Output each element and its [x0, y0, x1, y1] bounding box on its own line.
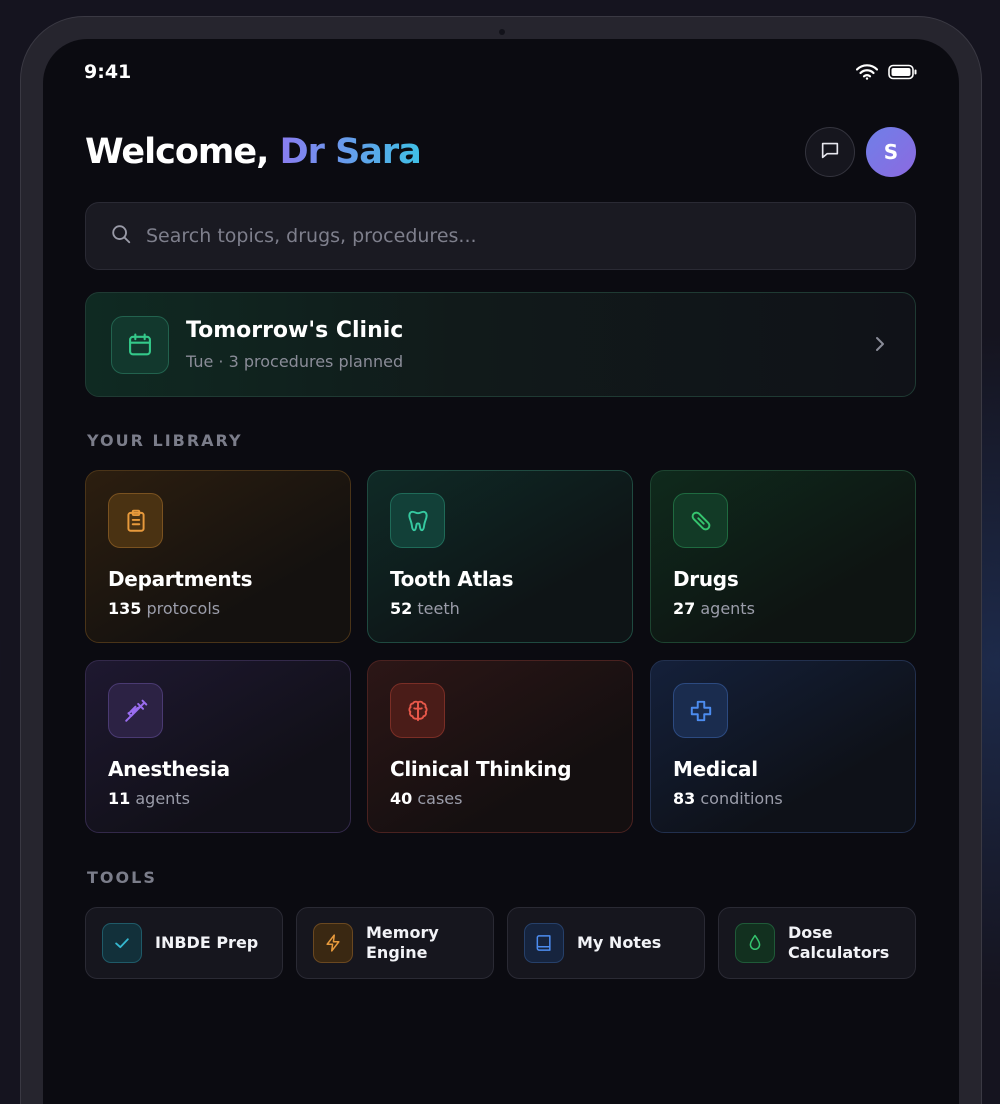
library-card-medical[interactable]: Medical 83 conditions [650, 660, 916, 833]
tool-label: Memory Engine [366, 923, 439, 962]
calendar-icon [111, 316, 169, 374]
camera-dot [499, 29, 505, 35]
messages-button[interactable] [805, 127, 855, 177]
library-card-count: 11 agents [108, 789, 190, 808]
medical-cross-icon [673, 683, 728, 738]
status-icons [855, 64, 918, 84]
clipboard-icon [108, 493, 163, 548]
library-card-title: Tooth Atlas [390, 567, 514, 591]
lightning-icon [313, 923, 353, 963]
chevron-right-icon [873, 335, 887, 357]
clinic-title: Tomorrow's Clinic [186, 318, 404, 343]
droplet-icon [735, 923, 775, 963]
search-input[interactable] [146, 225, 846, 247]
library-card-count: 52 teeth [390, 599, 460, 618]
tool-inbde-prep[interactable]: INBDE Prep [85, 907, 283, 979]
tool-label: INBDE Prep [155, 933, 259, 952]
chat-icon [819, 139, 841, 165]
tomorrows-clinic-card[interactable]: Tomorrow's Clinic Tue · 3 procedures pla… [85, 292, 916, 397]
welcome-prefix: Welcome, [85, 132, 269, 172]
library-card-drugs[interactable]: Drugs 27 agents [650, 470, 916, 643]
brain-icon [390, 683, 445, 738]
wifi-icon [855, 64, 879, 84]
tool-dose-calculators[interactable]: Dose Calculators [718, 907, 916, 979]
tool-memory-engine[interactable]: Memory Engine [296, 907, 494, 979]
syringe-icon [108, 683, 163, 738]
screen: 9:41 Welcome, Dr Sara S Search topics, d… [43, 39, 959, 1104]
page-title: Welcome, Dr Sara [85, 132, 422, 172]
pill-icon [673, 493, 728, 548]
library-card-count: 135 protocols [108, 599, 221, 618]
library-card-clinical-thinking[interactable]: Clinical Thinking 40 cases [367, 660, 633, 833]
library-card-departments[interactable]: Departments 135 protocols [85, 470, 351, 643]
library-card-tooth-atlas[interactable]: Tooth Atlas 52 teeth [367, 470, 633, 643]
tool-label: My Notes [577, 933, 662, 952]
library-card-anesthesia[interactable]: Anesthesia 11 agents [85, 660, 351, 833]
tool-my-notes[interactable]: My Notes [507, 907, 705, 979]
tablet-frame: 9:41 Welcome, Dr Sara S Search topics, d… [20, 16, 982, 1104]
library-section-label: YOUR LIBRARY [87, 431, 243, 450]
library-card-title: Clinical Thinking [390, 757, 572, 781]
tools-section-label: TOOLS [87, 868, 157, 887]
library-card-count: 40 cases [390, 789, 463, 808]
avatar[interactable]: S [866, 127, 916, 177]
library-card-title: Medical [673, 757, 758, 781]
tool-label: Dose Calculators [788, 923, 890, 962]
library-card-count: 27 agents [673, 599, 755, 618]
check-icon [102, 923, 142, 963]
library-card-title: Departments [108, 567, 253, 591]
search-bar[interactable] [85, 202, 916, 270]
search-icon [110, 223, 132, 249]
battery-icon [888, 64, 918, 84]
library-card-title: Anesthesia [108, 757, 230, 781]
library-card-title: Drugs [673, 567, 739, 591]
status-time: 9:41 [84, 61, 132, 83]
clinic-subtitle: Tue · 3 procedures planned [186, 352, 404, 371]
user-name: Dr Sara [279, 132, 422, 172]
book-icon [524, 923, 564, 963]
tooth-icon [390, 493, 445, 548]
library-card-count: 83 conditions [673, 789, 783, 808]
